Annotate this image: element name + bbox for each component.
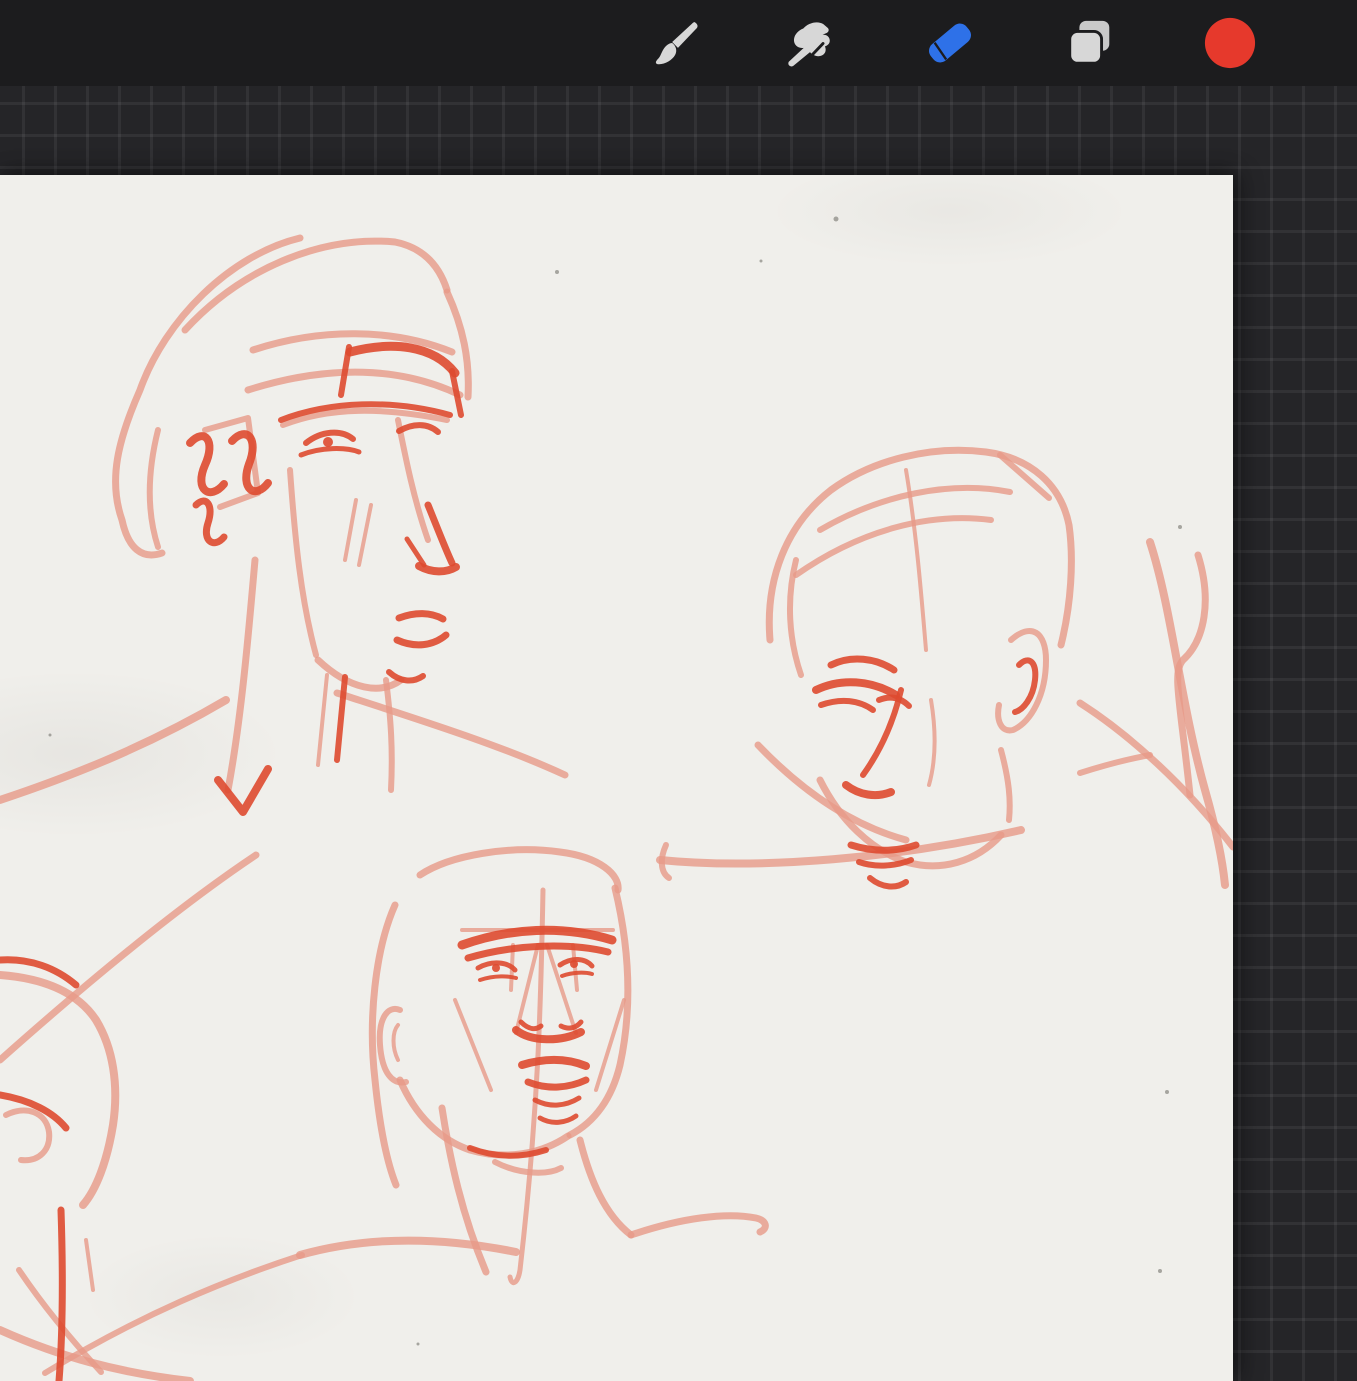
- drawing-canvas[interactable]: [0, 175, 1233, 1381]
- paintbrush-icon: [655, 22, 698, 65]
- sketch-head-bottom-left: [0, 956, 194, 1381]
- color-swatch-button[interactable]: [1203, 16, 1257, 70]
- smudge-finger-icon: [788, 22, 830, 67]
- sketch-artwork: [0, 216, 1233, 1381]
- eraser-icon: [929, 23, 971, 63]
- eraser-tool-button[interactable]: [923, 16, 977, 70]
- sketch-head-right: [656, 446, 1233, 890]
- brush-tool-button[interactable]: [650, 16, 704, 70]
- layers-stack-icon: [1068, 20, 1110, 65]
- app-window: [0, 0, 1357, 1381]
- top-toolbar: [0, 0, 1357, 86]
- layers-button[interactable]: [1063, 16, 1117, 70]
- checkmark-stroke: [214, 765, 272, 816]
- sketch-head-bottom-center: [42, 842, 769, 1376]
- smudge-tool-button[interactable]: [783, 16, 837, 70]
- color-swatch-circle: [1204, 17, 1256, 69]
